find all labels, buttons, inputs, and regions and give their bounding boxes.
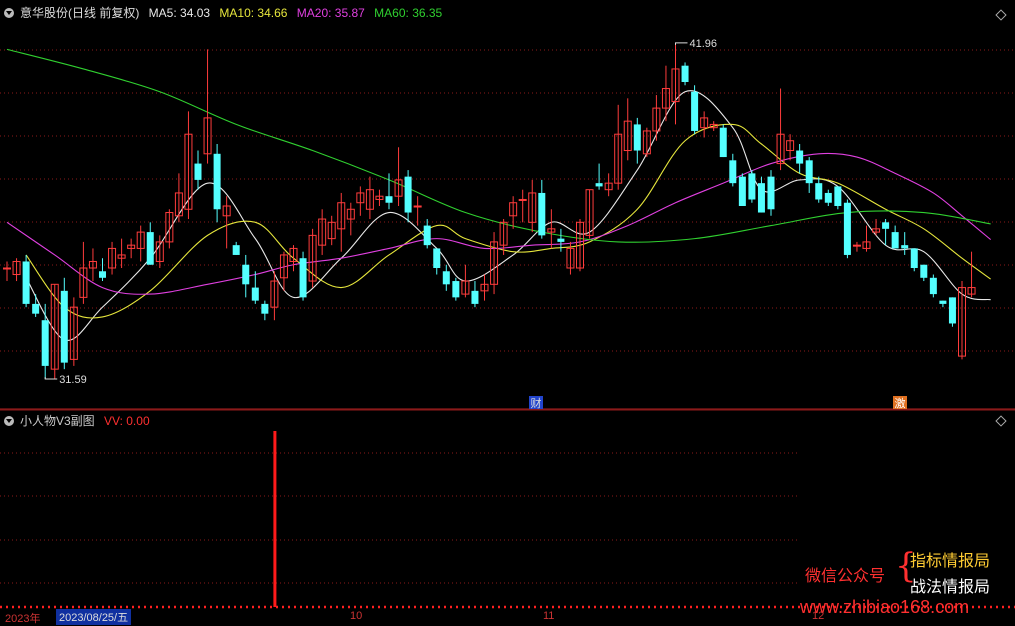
candle-body [910, 248, 918, 268]
watermark-wechat: 微信公众号 [805, 568, 886, 585]
high-price-label: 41.96 [690, 38, 718, 50]
candle-body [3, 267, 11, 270]
candle-body [194, 163, 202, 180]
candle-body [232, 245, 240, 255]
watermark-line2: 战法情报局 [910, 579, 991, 596]
candle-body [261, 303, 269, 314]
candle-body [442, 271, 450, 285]
candle-body [32, 303, 40, 314]
candle-body [891, 232, 899, 249]
candle-body [423, 225, 431, 246]
low-price-label: 31.59 [59, 374, 87, 386]
price-chart[interactable]: 41.96 31.59 财 激 [0, 0, 1015, 622]
candle-body [595, 183, 603, 187]
candle-body [557, 238, 565, 242]
candle-body [146, 232, 154, 265]
candle-body [748, 173, 756, 200]
watermark-url: www.zhibiao168.com [800, 597, 970, 617]
candle-body [452, 281, 460, 298]
x-axis-cursor-date: 2023/08/25/五 [56, 609, 132, 625]
candle-body [738, 176, 746, 206]
ma-line-ma20 [6, 152, 992, 295]
sub-panel-header: 小人物V3副图 VV: 0.00 [4, 413, 156, 429]
ma-line-ma60 [6, 48, 991, 243]
candle-body [805, 160, 813, 184]
candle-body [815, 183, 823, 200]
candle-body [939, 300, 947, 304]
candle-body [691, 91, 699, 131]
candle-body [882, 222, 890, 229]
low-pointer [44, 376, 58, 380]
candle-body [719, 127, 727, 158]
candle-body [920, 264, 928, 278]
candle-body [60, 290, 68, 363]
candle-body [796, 150, 804, 164]
candle-body [948, 297, 956, 324]
candle-body [433, 248, 441, 268]
candle-body [22, 261, 30, 304]
sub-panel-title: 小人物V3副图 [20, 414, 95, 428]
candle-body [299, 258, 307, 298]
x-axis-month-11: 11 [543, 610, 555, 622]
x-axis-month-10: 10 [350, 610, 363, 622]
candle-body [681, 65, 689, 82]
candle-body [242, 264, 250, 285]
candle-body [767, 176, 775, 210]
x-axis-month-12: 12 [812, 610, 825, 622]
candle-body [843, 202, 851, 255]
candle-body [824, 192, 832, 203]
signal-bar [273, 431, 277, 607]
candle-body [518, 198, 527, 201]
event-marker-text: 激 [895, 396, 906, 410]
candle-body [901, 245, 909, 249]
candle-body [404, 176, 412, 213]
candle-body [213, 153, 221, 210]
dropdown-icon[interactable] [4, 416, 14, 426]
candle-body [41, 320, 49, 366]
candle-body [251, 287, 259, 301]
candle-body [852, 244, 861, 247]
candle-body [99, 271, 106, 278]
vv-value-label: VV: 0.00 [104, 414, 150, 428]
candle-body [729, 160, 737, 184]
watermark-line1: 指标情报局 [910, 553, 991, 570]
candle-body [834, 186, 842, 206]
x-axis-year: 2023年 [5, 613, 41, 625]
candle-body [538, 192, 546, 236]
candle-body [413, 205, 422, 208]
candle-body [757, 183, 765, 213]
candle-body [385, 196, 393, 203]
candle-body [929, 277, 937, 295]
candle-body [633, 124, 641, 151]
candle-body [471, 290, 479, 304]
event-marker-text: 财 [531, 396, 542, 410]
high-pointer [675, 42, 688, 45]
